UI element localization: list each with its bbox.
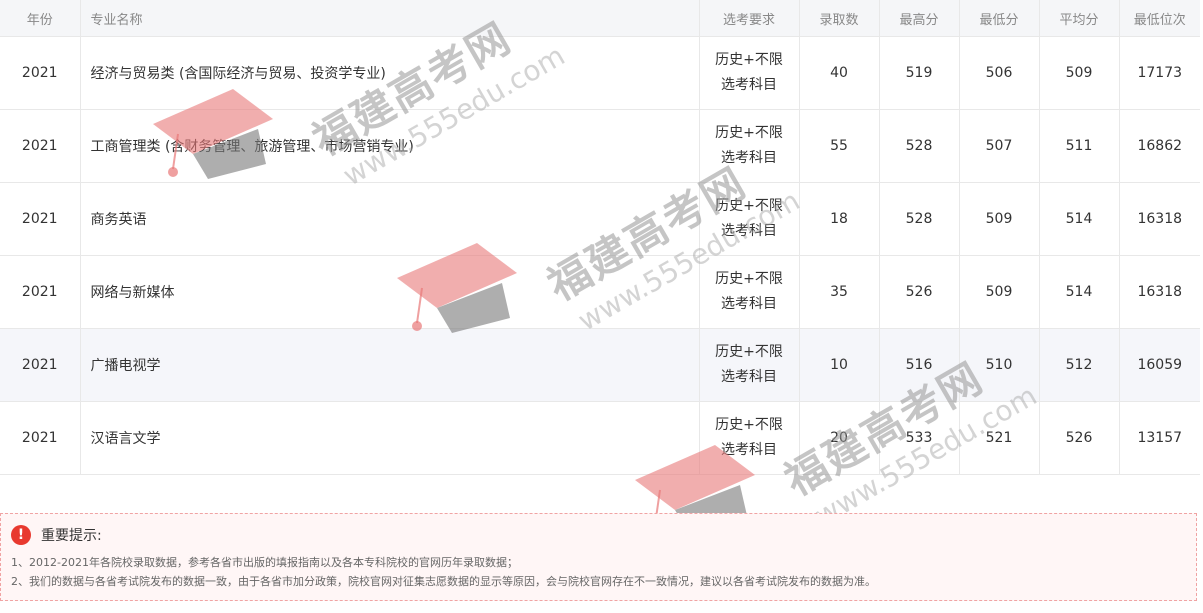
requirement-note: 选考科目 — [721, 77, 777, 93]
cell-max-score: 528 — [879, 109, 960, 183]
cell-min-score: 510 — [959, 328, 1040, 402]
requirement-subject: 历史+不限 — [715, 198, 783, 214]
cell-admitted: 55 — [799, 109, 880, 183]
cell-major: 经济与贸易类 (含国际经济与贸易、投资学专业) — [80, 36, 700, 110]
cell-avg-score: 511 — [1039, 109, 1120, 183]
table-row: 2021 汉语言文学 历史+不限选考科目 20 533 521 526 1315… — [0, 401, 1200, 475]
cell-year: 2021 — [0, 182, 81, 256]
cell-max-score: 528 — [879, 182, 960, 256]
page: 年份 专业名称 选考要求 录取数 最高分 最低分 平均分 最低位次 2021 经… — [0, 0, 1203, 613]
requirement-subject: 历史+不限 — [715, 417, 783, 433]
cell-min-rank: 17173 — [1119, 36, 1200, 110]
cell-year: 2021 — [0, 328, 81, 402]
table-row: 2021 广播电视学 历史+不限选考科目 10 516 510 512 1605… — [0, 328, 1200, 402]
requirement-note: 选考科目 — [721, 369, 777, 385]
cell-max-score: 526 — [879, 255, 960, 329]
cell-min-score: 509 — [959, 255, 1040, 329]
cell-major: 工商管理类 (含财务管理、旅游管理、市场营销专业) — [80, 109, 700, 183]
cell-max-score: 516 — [879, 328, 960, 402]
cell-avg-score: 512 — [1039, 328, 1120, 402]
cell-min-rank: 16862 — [1119, 109, 1200, 183]
requirement-subject: 历史+不限 — [715, 125, 783, 141]
cell-admitted: 35 — [799, 255, 880, 329]
header-major: 专业名称 — [80, 0, 700, 37]
cell-min-score: 521 — [959, 401, 1040, 475]
header-avg-score: 平均分 — [1039, 0, 1120, 37]
admission-score-table: 年份 专业名称 选考要求 录取数 最高分 最低分 平均分 最低位次 2021 经… — [0, 0, 1200, 475]
cell-min-score: 506 — [959, 36, 1040, 110]
header-year: 年份 — [0, 0, 81, 37]
notice-title: 重要提示: — [41, 528, 102, 544]
cell-min-rank: 16059 — [1119, 328, 1200, 402]
cell-max-score: 533 — [879, 401, 960, 475]
cell-requirement: 历史+不限选考科目 — [699, 109, 800, 183]
table-row: 2021 商务英语 历史+不限选考科目 18 528 509 514 16318 — [0, 182, 1200, 256]
requirement-note: 选考科目 — [721, 296, 777, 312]
cell-major: 商务英语 — [80, 182, 700, 256]
table-row: 2021 工商管理类 (含财务管理、旅游管理、市场营销专业) 历史+不限选考科目… — [0, 109, 1200, 183]
requirement-note: 选考科目 — [721, 442, 777, 458]
cell-year: 2021 — [0, 109, 81, 183]
header-min-rank: 最低位次 — [1119, 0, 1200, 37]
table-row: 2021 网络与新媒体 历史+不限选考科目 35 526 509 514 163… — [0, 255, 1200, 329]
cell-avg-score: 526 — [1039, 401, 1120, 475]
notice-line-2: 2、我们的数据与各省考试院发布的数据一致，由于各省市加分政策，院校官网对征集志愿… — [11, 575, 876, 588]
header-max-score: 最高分 — [879, 0, 960, 37]
cell-avg-score: 514 — [1039, 255, 1120, 329]
requirement-subject: 历史+不限 — [715, 52, 783, 68]
cell-admitted: 20 — [799, 401, 880, 475]
cell-requirement: 历史+不限选考科目 — [699, 328, 800, 402]
cell-year: 2021 — [0, 401, 81, 475]
cell-requirement: 历史+不限选考科目 — [699, 401, 800, 475]
header-admitted: 录取数 — [799, 0, 880, 37]
cell-admitted: 40 — [799, 36, 880, 110]
table-row: 2021 经济与贸易类 (含国际经济与贸易、投资学专业) 历史+不限选考科目 4… — [0, 36, 1200, 110]
exclamation-icon: ! — [11, 525, 31, 545]
notice-line-1: 1、2012-2021年各院校录取数据，参考各省市出版的填报指南以及各本专科院校… — [11, 556, 518, 569]
cell-min-rank: 16318 — [1119, 182, 1200, 256]
cell-year: 2021 — [0, 255, 81, 329]
cell-admitted: 10 — [799, 328, 880, 402]
cell-requirement: 历史+不限选考科目 — [699, 182, 800, 256]
notice-header: ! 重要提示: — [11, 524, 102, 546]
important-notice: ! 重要提示: 1、2012-2021年各院校录取数据，参考各省市出版的填报指南… — [0, 513, 1197, 601]
cell-major: 汉语言文学 — [80, 401, 700, 475]
cell-year: 2021 — [0, 36, 81, 110]
cell-avg-score: 509 — [1039, 36, 1120, 110]
cell-min-score: 507 — [959, 109, 1040, 183]
cell-min-score: 509 — [959, 182, 1040, 256]
cell-requirement: 历史+不限选考科目 — [699, 36, 800, 110]
cell-min-rank: 13157 — [1119, 401, 1200, 475]
cell-major: 网络与新媒体 — [80, 255, 700, 329]
cell-requirement: 历史+不限选考科目 — [699, 255, 800, 329]
cell-admitted: 18 — [799, 182, 880, 256]
requirement-subject: 历史+不限 — [715, 271, 783, 287]
requirement-note: 选考科目 — [721, 150, 777, 166]
requirement-subject: 历史+不限 — [715, 344, 783, 360]
requirement-note: 选考科目 — [721, 223, 777, 239]
cell-avg-score: 514 — [1039, 182, 1120, 256]
cell-major: 广播电视学 — [80, 328, 700, 402]
cell-min-rank: 16318 — [1119, 255, 1200, 329]
header-requirement: 选考要求 — [699, 0, 800, 37]
cell-max-score: 519 — [879, 36, 960, 110]
table-header-row: 年份 专业名称 选考要求 录取数 最高分 最低分 平均分 最低位次 — [0, 0, 1200, 37]
header-min-score: 最低分 — [959, 0, 1040, 37]
